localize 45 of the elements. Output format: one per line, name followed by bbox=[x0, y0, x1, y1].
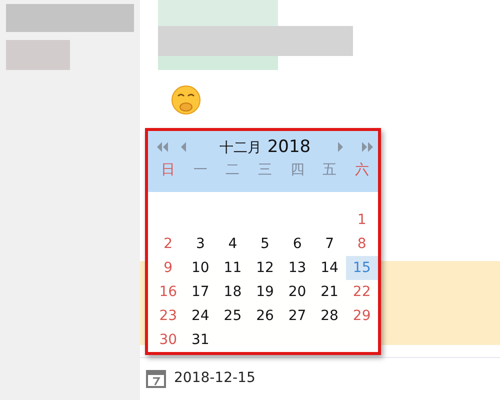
date-value[interactable]: 2018-12-15 bbox=[174, 370, 256, 386]
calendar-day[interactable]: 6 bbox=[281, 232, 314, 256]
calendar-day[interactable]: 1 bbox=[346, 208, 378, 232]
calendar-day[interactable]: 19 bbox=[248, 280, 282, 304]
weekday-label: 三 bbox=[256, 161, 273, 180]
calendar-day[interactable]: 18 bbox=[216, 280, 249, 304]
weekday-label: 四 bbox=[289, 161, 306, 180]
calendar-day[interactable]: 14 bbox=[313, 256, 346, 280]
calendar-day[interactable]: 13 bbox=[281, 256, 314, 280]
calendar-day[interactable]: 31 bbox=[184, 328, 217, 352]
calendar-day[interactable]: 17 bbox=[184, 280, 217, 304]
calendar-day[interactable]: 16 bbox=[152, 280, 184, 304]
calendar-day[interactable]: 20 bbox=[281, 280, 314, 304]
calendar-day[interactable]: 30 bbox=[152, 328, 184, 352]
year-label: 2018 bbox=[267, 137, 311, 157]
weekday-label: 二 bbox=[224, 161, 241, 180]
next-year-icon[interactable] bbox=[360, 141, 374, 153]
weekday-label: 六 bbox=[354, 161, 370, 180]
weekday-label: 五 bbox=[322, 161, 338, 180]
calendar-day[interactable]: 29 bbox=[346, 304, 378, 328]
calendar-day[interactable]: 4 bbox=[216, 232, 249, 256]
calendar-day[interactable]: 9 bbox=[152, 256, 184, 280]
calendar-day[interactable]: 12 bbox=[248, 256, 282, 280]
calendar-day[interactable]: 24 bbox=[184, 304, 217, 328]
calendar-day[interactable]: 25 bbox=[216, 304, 249, 328]
calendar-day[interactable]: 7 bbox=[313, 232, 346, 256]
calendar-day[interactable]: 23 bbox=[152, 304, 184, 328]
calendar-day[interactable]: 3 bbox=[184, 232, 217, 256]
redacted-block bbox=[6, 40, 70, 70]
emoji-icon bbox=[170, 84, 202, 116]
calendar-day[interactable]: 21 bbox=[313, 280, 346, 304]
calendar-day[interactable]: 8 bbox=[346, 232, 378, 256]
weekday-label: 日 bbox=[160, 161, 176, 180]
calendar-day[interactable]: 26 bbox=[248, 304, 282, 328]
calendar-day[interactable]: 27 bbox=[281, 304, 314, 328]
weekday-label: 一 bbox=[192, 161, 208, 180]
month-label: 十二月 bbox=[219, 139, 262, 157]
previous-year-icon[interactable] bbox=[156, 141, 170, 153]
calendar-day[interactable]: 10 bbox=[184, 256, 217, 280]
calendar-day[interactable]: 2 bbox=[152, 232, 184, 256]
calendar-day[interactable]: 5 bbox=[248, 232, 282, 256]
calendar-day[interactable]: 28 bbox=[313, 304, 346, 328]
calendar-day[interactable]: 22 bbox=[346, 280, 378, 304]
calendar-day[interactable]: 11 bbox=[216, 256, 249, 280]
calendar-icon bbox=[146, 368, 166, 388]
